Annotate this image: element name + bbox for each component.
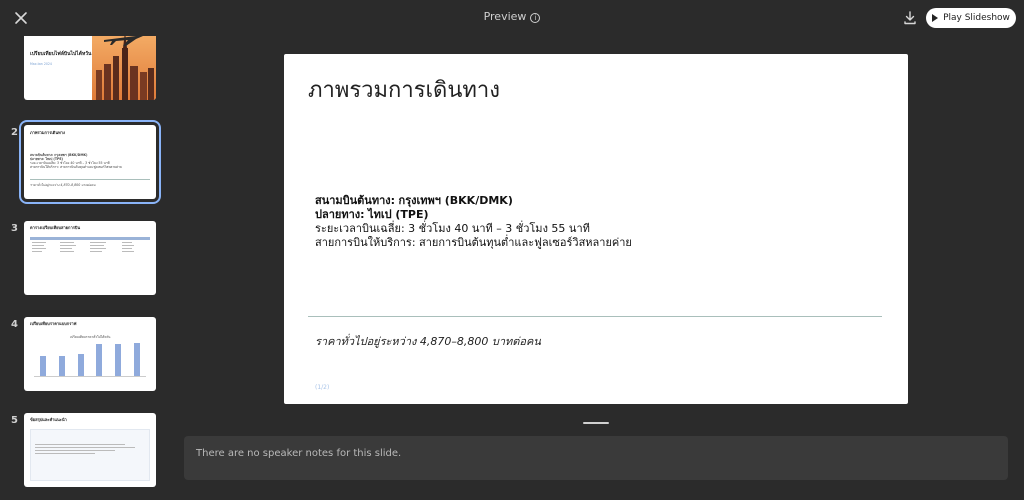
thumbnail-chart-bar bbox=[96, 344, 103, 376]
thumbnail-chart-bar bbox=[40, 355, 47, 376]
info-icon[interactable]: i bbox=[530, 13, 541, 23]
thumbnail-chart-bar bbox=[133, 342, 140, 376]
thumbnail-slide-3[interactable]: ตารางเปรียบเทียบสายการบิน bbox=[24, 221, 156, 295]
price-range: ราคาทั่วไปอยู่ระหว่าง 4,870–8,800 บาทต่อ… bbox=[315, 335, 541, 348]
slide-divider bbox=[308, 316, 882, 317]
thumbnail-number: 4 bbox=[11, 319, 18, 330]
thumbnail-title: เปรียบเทียบราคาแบบกราฟ bbox=[30, 321, 77, 326]
play-slideshow-label: Play Slideshow bbox=[943, 13, 1010, 23]
notes-resize-handle[interactable] bbox=[583, 422, 609, 424]
top-bar: Preview i Play Slideshow bbox=[0, 0, 1024, 36]
thumbnail-slide-2[interactable]: ภาพรวมการเดินทาง สนามบินต้นทาง: กรุงเทพฯ… bbox=[19, 120, 161, 204]
play-slideshow-button[interactable]: Play Slideshow bbox=[926, 8, 1016, 28]
flight-duration: ระยะเวลาบินเฉลี่ย: 3 ชั่วโมง 40 นาที – 3… bbox=[315, 222, 590, 235]
speaker-notes-panel: There are no speaker notes for this slid… bbox=[184, 436, 1008, 480]
thumbnail-number: 1 bbox=[11, 36, 18, 37]
thumbnail-bar-chart bbox=[34, 341, 146, 377]
thumbnail-title: เปรียบเทียบไฟล์บินไปไต้หวัน bbox=[30, 51, 92, 57]
thumbnail-title: ตารางเปรียบเทียบสายการบิน bbox=[30, 225, 81, 230]
main-preview-area: ภาพรวมการเดินทาง สนามบินต้นทาง: กรุงเทพฯ… bbox=[170, 36, 1024, 500]
preview-window: Previewi Play Slideshow 1 bbox=[0, 0, 1024, 500]
thumbnail-number: 3 bbox=[11, 223, 18, 234]
slide-thumbnails-panel[interactable]: 1 เปรียบเทียบไฟล์บินไปไต้หวัน Max.tan bbox=[0, 36, 170, 500]
slide-canvas: ภาพรวมการเดินทาง สนามบินต้นทาง: กรุงเทพฯ… bbox=[284, 54, 908, 404]
download-button[interactable] bbox=[902, 10, 918, 26]
thumbnail-slide-4[interactable]: เปรียบเทียบราคาแบบกราฟ เปรียบเทียบราคาตั… bbox=[24, 317, 156, 391]
thumbnail-chart-title: เปรียบเทียบราคาตั๋วไปไต้หวัน bbox=[70, 335, 111, 339]
origin-value: กรุงเทพฯ (BKK/DMK) bbox=[398, 194, 513, 207]
thumbnail-chart-bar bbox=[59, 355, 65, 376]
city-plane-image bbox=[92, 36, 156, 100]
destination-value: ไทเป (TPE) bbox=[368, 208, 429, 221]
speaker-notes-text: There are no speaker notes for this slid… bbox=[196, 448, 402, 459]
thumbnail-text-box bbox=[30, 429, 150, 481]
slide-body: สนามบินต้นทาง: กรุงเทพฯ (BKK/DMK) ปลายทา… bbox=[315, 194, 632, 250]
thumbnail-subtitle: Max.tan 2024 bbox=[30, 62, 52, 66]
thumbnail-title: ภาพรวมการเดินทาง bbox=[30, 130, 65, 135]
slide-title: ภาพรวมการเดินทาง bbox=[308, 78, 500, 103]
thumbnail-price: ราคาทั่วไปอยู่ระหว่าง 4,870–8,800 บาทต่อ… bbox=[30, 183, 96, 187]
thumbnail-divider bbox=[30, 179, 150, 180]
origin-label: สนามบินต้นทาง: bbox=[315, 194, 396, 207]
destination-label: ปลายทาง: bbox=[315, 208, 365, 221]
thumbnail-title: ข้อสรุปและคำแนะนำ bbox=[30, 417, 67, 422]
play-icon bbox=[932, 14, 939, 22]
airlines-info: สายการบินให้บริการ: สายการบินต้นทุนต่ำแล… bbox=[315, 236, 632, 249]
thumbnail-line: สายการบินให้บริการ: สายการบินต้นทุนต่ำแล… bbox=[30, 165, 122, 169]
thumbnail-chart-bar bbox=[115, 344, 121, 376]
thumbnail-chart-bar bbox=[77, 354, 84, 376]
thumbnail-table-image bbox=[30, 237, 150, 252]
preview-title: Preview i bbox=[0, 10, 1024, 23]
thumbnail-number: 2 bbox=[11, 127, 18, 138]
thumbnail-number: 5 bbox=[11, 415, 18, 426]
preview-title-label: Preview bbox=[483, 10, 527, 23]
slide-footnote: (1/2) bbox=[315, 384, 330, 391]
download-icon bbox=[904, 11, 916, 25]
thumbnail-slide-5[interactable]: ข้อสรุปและคำแนะนำ bbox=[24, 413, 156, 487]
thumbnail-slide-1[interactable]: เปรียบเทียบไฟล์บินไปไต้หวัน Max.tan 2024 bbox=[24, 36, 156, 100]
